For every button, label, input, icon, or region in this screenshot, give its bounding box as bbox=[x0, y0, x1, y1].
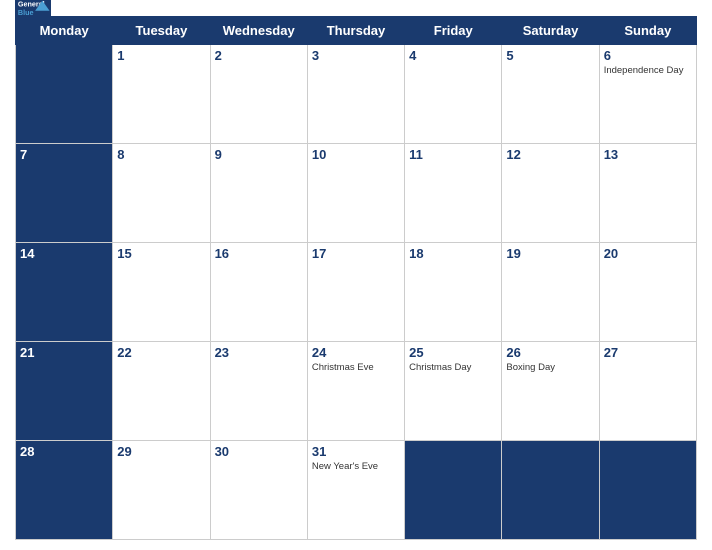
day-number: 29 bbox=[117, 444, 205, 459]
calendar-cell: 26 Boxing Day bbox=[502, 342, 599, 441]
week-row-1: 123456 Independence Day bbox=[16, 45, 697, 144]
day-number: 13 bbox=[604, 147, 692, 162]
calendar-cell: 17 bbox=[307, 243, 404, 342]
calendar-cell: 14 bbox=[16, 243, 113, 342]
calendar-cell: 24 Christmas Eve bbox=[307, 342, 404, 441]
calendar-cell: 30 bbox=[210, 441, 307, 540]
calendar-cell: 1 bbox=[113, 45, 210, 144]
calendar-cell: 9 bbox=[210, 144, 307, 243]
holiday-name: Boxing Day bbox=[506, 362, 594, 374]
calendar-cell bbox=[599, 441, 696, 540]
day-number: 25 bbox=[409, 345, 497, 360]
day-number: 30 bbox=[215, 444, 303, 459]
day-number: 6 bbox=[604, 48, 692, 63]
day-number: 16 bbox=[215, 246, 303, 261]
weekday-sunday: Sunday bbox=[599, 17, 696, 45]
day-number: 26 bbox=[506, 345, 594, 360]
week-row-2: 789 10 11 12 13 bbox=[16, 144, 697, 243]
calendar-cell: 5 bbox=[502, 45, 599, 144]
weekday-header-row: MondayTuesdayWednesdayThursdayFridaySatu… bbox=[16, 17, 697, 45]
day-number: 14 bbox=[20, 246, 108, 261]
day-number: 4 bbox=[409, 48, 497, 63]
weekday-thursday: Thursday bbox=[307, 17, 404, 45]
calendar-cell: 2 bbox=[210, 45, 307, 144]
holiday-name: New Year's Eve bbox=[312, 461, 400, 473]
day-number: 9 bbox=[215, 147, 303, 162]
day-number: 10 bbox=[312, 147, 400, 162]
day-number: 27 bbox=[604, 345, 692, 360]
weekday-friday: Friday bbox=[405, 17, 502, 45]
calendar-table: MondayTuesdayWednesdayThursdayFridaySatu… bbox=[15, 16, 697, 540]
day-number: 3 bbox=[312, 48, 400, 63]
calendar-cell: 7 bbox=[16, 144, 113, 243]
day-number: 28 bbox=[20, 444, 108, 459]
calendar-cell: 22 bbox=[113, 342, 210, 441]
holiday-name: Christmas Day bbox=[409, 362, 497, 374]
svg-text:Blue: Blue bbox=[18, 8, 34, 17]
day-number: 18 bbox=[409, 246, 497, 261]
week-row-4: 21 22 23 24 Christmas Eve 25 Christmas Day 26 Bo… bbox=[16, 342, 697, 441]
day-number: 17 bbox=[312, 246, 400, 261]
holiday-name: Independence Day bbox=[604, 65, 692, 77]
weekday-wednesday: Wednesday bbox=[210, 17, 307, 45]
calendar-cell: 12 bbox=[502, 144, 599, 243]
logo: General Blue bbox=[15, 0, 51, 24]
day-number: 22 bbox=[117, 345, 205, 360]
calendar-cell: 8 bbox=[113, 144, 210, 243]
day-number: 5 bbox=[506, 48, 594, 63]
holiday-name: Christmas Eve bbox=[312, 362, 400, 374]
calendar-cell: 6 Independence Day bbox=[599, 45, 696, 144]
calendar-body: 123456Independence Day789101112131415161… bbox=[16, 45, 697, 540]
day-number: 7 bbox=[20, 147, 108, 162]
day-number: 11 bbox=[409, 147, 497, 162]
calendar-cell: 16 bbox=[210, 243, 307, 342]
calendar-cell: 13 bbox=[599, 144, 696, 243]
calendar-cell: 20 bbox=[599, 243, 696, 342]
calendar-cell: 19 bbox=[502, 243, 599, 342]
calendar-cell: 29 bbox=[113, 441, 210, 540]
day-number: 31 bbox=[312, 444, 400, 459]
day-number: 21 bbox=[20, 345, 108, 360]
calendar-cell: 4 bbox=[405, 45, 502, 144]
calendar-cell: 25 Christmas Day bbox=[405, 342, 502, 441]
calendar-cell: 27 bbox=[599, 342, 696, 441]
day-number: 8 bbox=[117, 147, 205, 162]
day-number: 23 bbox=[215, 345, 303, 360]
day-number: 15 bbox=[117, 246, 205, 261]
weekday-saturday: Saturday bbox=[502, 17, 599, 45]
calendar-cell: 3 bbox=[307, 45, 404, 144]
calendar-cell: 10 bbox=[307, 144, 404, 243]
day-number: 1 bbox=[117, 48, 205, 63]
calendar-cell bbox=[502, 441, 599, 540]
day-number: 12 bbox=[506, 147, 594, 162]
calendar-cell: 31 New Year's Eve bbox=[307, 441, 404, 540]
week-row-3: 14 15 16 17 18 19 20 bbox=[16, 243, 697, 342]
week-row-5: 28 29 30 31 New Year's Eve bbox=[16, 441, 697, 540]
calendar-cell: 15 bbox=[113, 243, 210, 342]
calendar-cell: 23 bbox=[210, 342, 307, 441]
calendar-cell bbox=[16, 45, 113, 144]
day-number: 2 bbox=[215, 48, 303, 63]
calendar-cell bbox=[405, 441, 502, 540]
calendar-cell: 18 bbox=[405, 243, 502, 342]
calendar-cell: 21 bbox=[16, 342, 113, 441]
weekday-tuesday: Tuesday bbox=[113, 17, 210, 45]
calendar-cell: 11 bbox=[405, 144, 502, 243]
day-number: 24 bbox=[312, 345, 400, 360]
calendar-cell: 28 bbox=[16, 441, 113, 540]
day-number: 19 bbox=[506, 246, 594, 261]
day-number: 20 bbox=[604, 246, 692, 261]
